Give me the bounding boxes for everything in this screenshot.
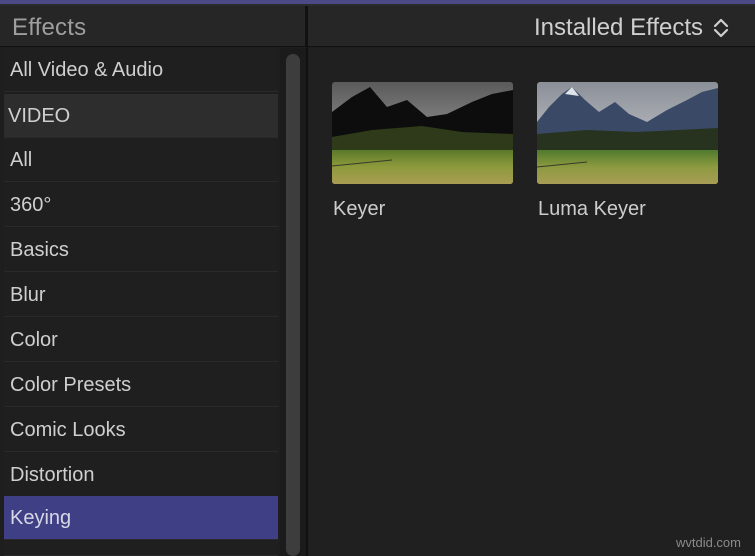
sidebar-item-color[interactable]: Color: [4, 318, 278, 362]
sidebar-item-partial[interactable]: [4, 541, 278, 556]
effects-sidebar-header: Effects: [0, 6, 306, 47]
up-down-chevron-icon[interactable]: [711, 16, 731, 40]
luma-keyer-thumbnail[interactable]: [537, 82, 718, 184]
sidebar-scrollbar-thumb[interactable]: [286, 54, 300, 556]
keyer-thumbnail[interactable]: [332, 82, 513, 184]
luma-keyer-label[interactable]: Luma Keyer: [538, 198, 646, 221]
sidebar-item-360[interactable]: 360°: [4, 183, 278, 227]
sidebar-item-color-presets[interactable]: Color Presets: [4, 363, 278, 407]
sidebar-item-all-video-audio[interactable]: All Video & Audio: [4, 48, 278, 92]
keyer-label[interactable]: Keyer: [333, 198, 385, 221]
sidebar-item-distortion[interactable]: Distortion: [4, 453, 278, 497]
sidebar-item-basics[interactable]: Basics: [4, 228, 278, 272]
sidebar-item-comic-looks[interactable]: Comic Looks: [4, 408, 278, 452]
effects-browser-header: Installed Effects: [307, 6, 755, 47]
sidebar-item-all[interactable]: All: [4, 138, 278, 182]
watermark: wvtdid.com: [675, 535, 741, 550]
effects-title: Effects: [12, 14, 87, 41]
installed-effects-menu[interactable]: Installed Effects: [534, 14, 703, 42]
effects-category-list: All Video & Audio VIDEO All 360° Basics …: [0, 48, 286, 556]
sidebar-section-video[interactable]: VIDEO: [4, 94, 278, 138]
sidebar-item-keying[interactable]: Keying: [4, 496, 278, 540]
sidebar-item-blur[interactable]: Blur: [4, 273, 278, 317]
